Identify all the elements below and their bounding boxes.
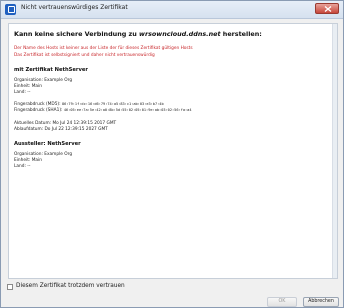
fingerprint-md5: Fingerabdruck (MD5): 86:79:1f:dc:16:d6:7… [14,102,164,107]
title-bar[interactable]: Nicht vertrauenswürdiges Zertifikat [1,1,343,19]
certificate-details-pane[interactable]: Kann keine sichere Verbindung zu wrsownc… [8,23,338,279]
warning-self-signed: Das Zertifikat ist selbstsigniert und da… [14,53,155,58]
heading-suffix: herstellen: [220,30,262,38]
warning-host-mismatch: Der Name des Hosts ist keiner aus der Li… [14,46,193,51]
close-button[interactable] [315,3,339,14]
cert-organisation: Organisation: Example Org [14,78,73,83]
close-icon [324,6,332,12]
trust-checkbox[interactable] [7,284,13,290]
fingerprint-sha1-label: Fingerabdruck (SHA1): [14,108,63,113]
issuer-unit: Einheit: Main [14,158,42,163]
issuer-organisation: Organisation: Example Org [14,152,73,157]
heading-host: wrsowncloud.ddns.net [139,30,221,38]
ok-button[interactable]: OK [267,297,297,307]
cert-section-title: mit Zertifikat NethServer [14,67,88,73]
dialog-footer: Diesem Zertifikat trotzdem vertrauen OK … [1,281,343,307]
fingerprint-sha1: Fingerabdruck (SHA1): 46:05:ee:7a:5e:42:… [14,108,191,113]
issue-date: Aktuelles Datum: Mo Jul 24 12:39:15 2017… [14,121,117,126]
vertical-scrollbar[interactable] [332,24,337,278]
cert-country: Land: -- [14,90,31,95]
connection-heading: Kann keine sichere Verbindung zu wrsownc… [14,30,262,38]
certificate-dialog: Nicht vertrauenswürdiges Zertifikat Kann… [0,0,344,308]
window-title: Nicht vertrauenswürdiges Zertifikat [21,4,128,11]
cancel-button[interactable]: Abbrechen [303,297,339,307]
trust-checkbox-label[interactable]: Diesem Zertifikat trotzdem vertrauen [16,283,125,289]
expiry-date: Ablaufdatum: Do Jul 22 12:39:15 2027 GMT [14,127,108,132]
cert-unit: Einheit: Main [14,84,42,89]
fingerprint-md5-value: 86:79:1f:dc:16:d6:79:74:a5:83:c1:ab:03:e… [61,102,164,106]
issuer-section-title: Aussteller: NethServer [14,141,81,147]
app-icon [5,4,16,15]
fingerprint-md5-label: Fingerabdruck (MD5): [14,102,61,107]
heading-prefix: Kann keine sichere Verbindung zu [14,30,140,38]
fingerprint-sha1-value: 46:05:ee:7a:5e:42:a0:8b:5d:55:02:05:01:9… [63,108,192,112]
issuer-country: Land: -- [14,164,31,169]
